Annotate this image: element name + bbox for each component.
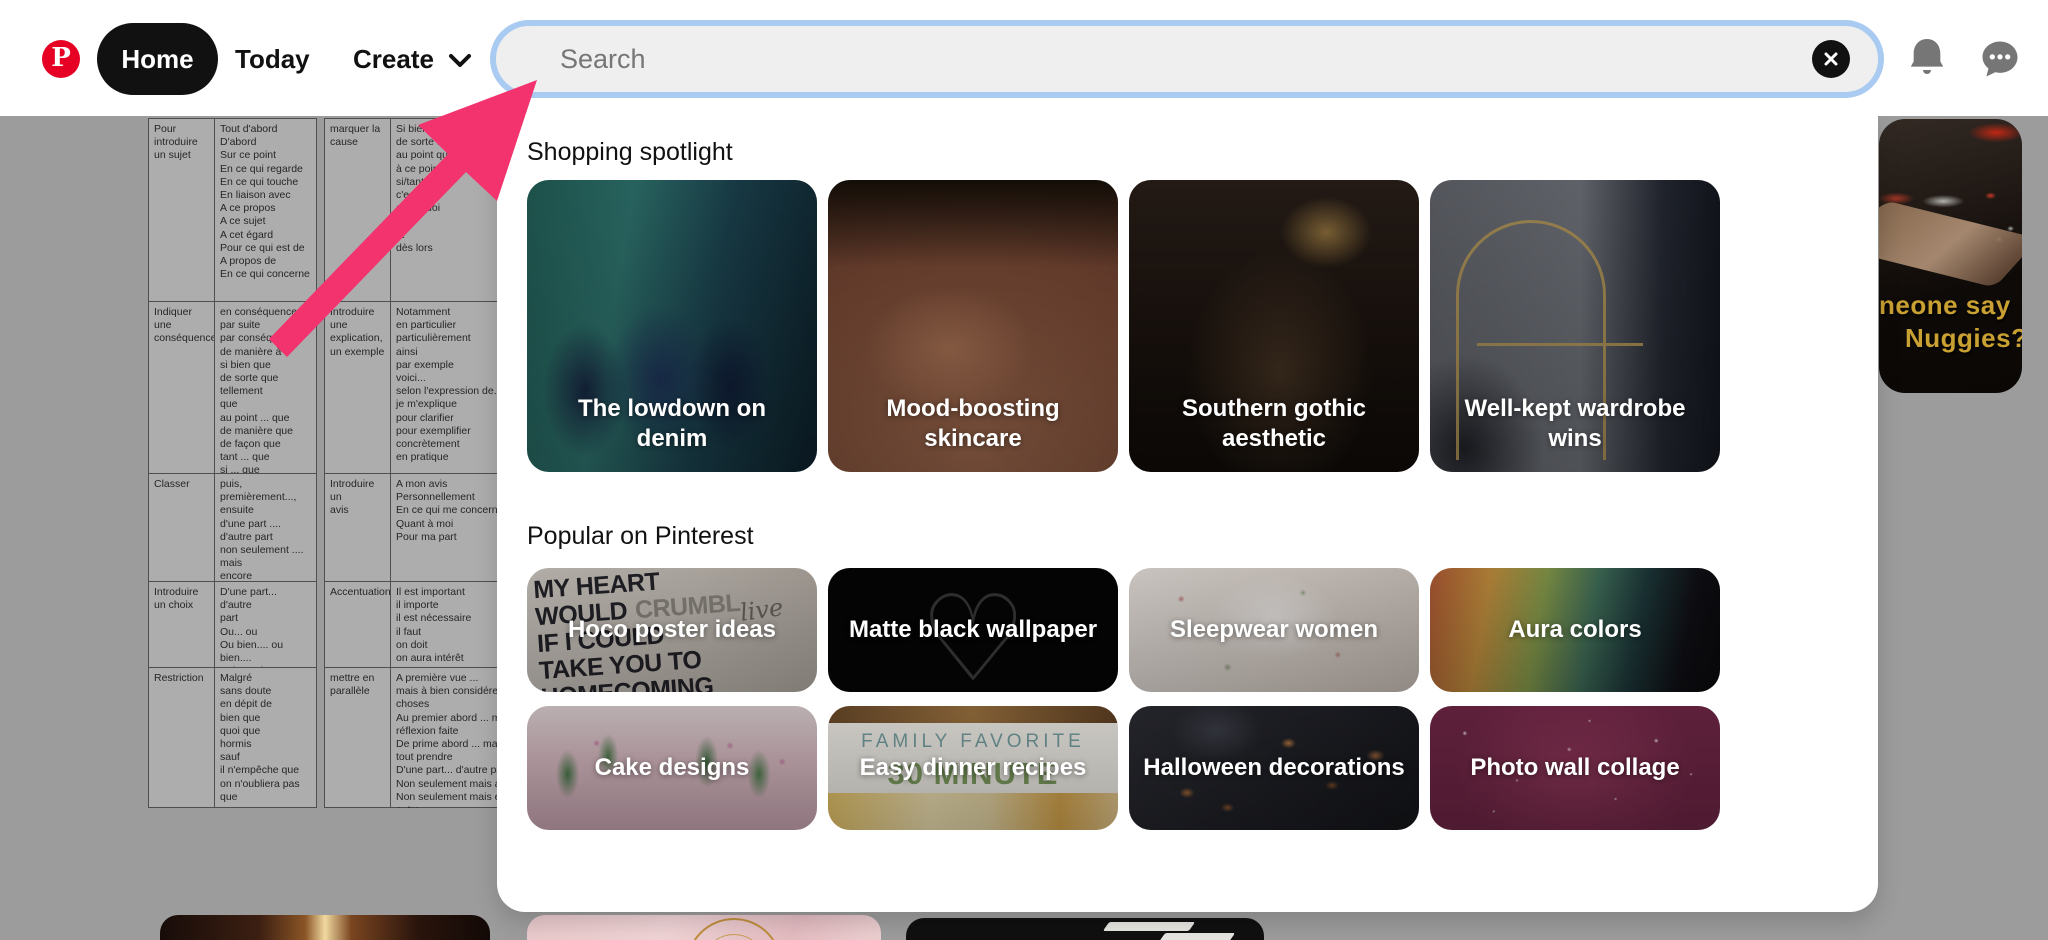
popular-card-matte-black[interactable]: ♡ Matte black wallpaper bbox=[828, 568, 1118, 692]
bell-icon bbox=[1907, 37, 1947, 81]
table-cell: Pour introduire un sujet bbox=[149, 119, 215, 301]
popular-card-cake-designs[interactable]: Cake designs bbox=[527, 706, 817, 830]
card-label: Matte black wallpaper bbox=[828, 568, 1118, 692]
clear-search-button[interactable] bbox=[1812, 40, 1850, 78]
spotlight-card-southern-gothic[interactable]: Southern gothic aesthetic bbox=[1129, 180, 1419, 472]
table-cell: Classer bbox=[149, 474, 215, 581]
spotlight-card-skincare[interactable]: Mood-boosting skincare bbox=[828, 180, 1118, 472]
card-label: Easy dinner recipes bbox=[828, 706, 1118, 830]
table-cell: A mon avis Personnellement En ce qui me … bbox=[391, 474, 497, 581]
table-cell: Malgré sans doute en dépit de bien que q… bbox=[215, 668, 316, 808]
table-cell: Introduire un choix bbox=[149, 582, 215, 667]
popular-card-sleepwear[interactable]: Sleepwear women bbox=[1129, 568, 1419, 692]
shopping-spotlight-title: Shopping spotlight bbox=[527, 138, 733, 167]
table-right-half: marquer la cause Si bien que de sorte qu… bbox=[324, 118, 497, 808]
pin-art bbox=[1159, 933, 1235, 940]
notifications-button[interactable] bbox=[1904, 36, 1950, 82]
spotlight-card-denim[interactable]: The lowdown on denim bbox=[527, 180, 817, 472]
table-cell: Accentuation bbox=[325, 582, 391, 667]
table-cell: D'une part... d'autre part Ou... ou Ou b… bbox=[215, 582, 316, 667]
card-label: Hoco poster ideas bbox=[527, 568, 817, 692]
pinterest-logo[interactable]: P bbox=[42, 40, 80, 78]
card-label: Photo wall collage bbox=[1430, 706, 1720, 830]
nuggies-meme-pin: neone say Nuggies? bbox=[1879, 119, 2022, 393]
card-label: Aura colors bbox=[1430, 568, 1720, 692]
chat-icon bbox=[1979, 38, 2021, 80]
popular-cards: MY HEART WOULDCRUMBL IF I COULD TAKE YOU… bbox=[527, 568, 1720, 830]
search-input[interactable] bbox=[496, 44, 1878, 75]
card-label: Mood-boosting skincare bbox=[828, 180, 1118, 472]
popular-card-aura-colors[interactable]: Aura colors bbox=[1430, 568, 1720, 692]
card-label: The lowdown on denim bbox=[527, 180, 817, 472]
table-cell: Tout d'abord D'abord Sur ce point En ce … bbox=[215, 119, 316, 301]
nuggies-text-line1: neone say bbox=[1879, 290, 2011, 320]
top-navigation-bar: P Home Today Create bbox=[0, 0, 2048, 116]
table-cell: Notamment en particulier particulièremen… bbox=[391, 302, 497, 473]
search-suggestions-panel: Shopping spotlight The lowdown on denim … bbox=[497, 116, 1878, 912]
popular-card-easy-dinner[interactable]: FAMILY FAVORITE 30 MINUTE MEALS Easy din… bbox=[828, 706, 1118, 830]
table-cell: en conséquence par suite par conséquent … bbox=[215, 302, 316, 473]
bottom-center-pin bbox=[527, 915, 881, 940]
pin-art bbox=[1103, 922, 1195, 931]
table-cell: Introduire un avis bbox=[325, 474, 391, 581]
gold-mandala-art bbox=[686, 918, 782, 940]
card-label: Halloween decorations bbox=[1129, 706, 1419, 830]
table-cell: Restriction bbox=[149, 668, 215, 808]
table-cell: Indiquer une conséquence bbox=[149, 302, 215, 473]
nav-home-button[interactable]: Home bbox=[97, 23, 218, 95]
table-cell: marquer la cause bbox=[325, 119, 391, 301]
nuggies-text-line2: Nuggies? bbox=[1879, 322, 2016, 355]
table-cell: Introduire une explication, un exemple bbox=[325, 302, 391, 473]
pinterest-search-page: Pour introduire un sujet Tout d'abord D'… bbox=[0, 0, 2048, 940]
table-cell: Si bien que de sorte que au point que à … bbox=[391, 119, 497, 301]
card-label: Sleepwear women bbox=[1129, 568, 1419, 692]
popular-card-hoco-poster[interactable]: MY HEART WOULDCRUMBL IF I COULD TAKE YOU… bbox=[527, 568, 817, 692]
table-left-half: Pour introduire un sujet Tout d'abord D'… bbox=[148, 118, 317, 808]
messages-button[interactable] bbox=[1977, 36, 2023, 82]
table-cell: puis, premièrement..., ensuite d'une par… bbox=[215, 474, 316, 581]
bottom-left-pin bbox=[160, 915, 490, 940]
shopping-spotlight-cards: The lowdown on denim Mood-boosting skinc… bbox=[527, 180, 1720, 472]
popular-card-halloween[interactable]: Halloween decorations bbox=[1129, 706, 1419, 830]
nav-create-button[interactable]: Create bbox=[353, 23, 472, 95]
nav-today-button[interactable]: Today bbox=[235, 23, 310, 95]
card-label: Southern gothic aesthetic bbox=[1129, 180, 1419, 472]
table-cell: Il est important il importe il est néces… bbox=[391, 582, 497, 667]
chevron-down-icon bbox=[448, 53, 472, 69]
close-icon bbox=[1823, 51, 1839, 67]
card-label: Cake designs bbox=[527, 706, 817, 830]
popular-on-pinterest-title: Popular on Pinterest bbox=[527, 522, 754, 551]
spotlight-card-wardrobe[interactable]: Well-kept wardrobe wins bbox=[1430, 180, 1720, 472]
table-cell: mettre en parallèle bbox=[325, 668, 391, 808]
card-label: Well-kept wardrobe wins bbox=[1430, 180, 1720, 472]
search-bar[interactable] bbox=[490, 20, 1884, 98]
nuggies-pin-art bbox=[1879, 200, 2022, 287]
table-cell: A première vue ... mais à bien considére… bbox=[391, 668, 497, 808]
popular-card-photo-wall[interactable]: Photo wall collage bbox=[1430, 706, 1720, 830]
french-grammar-table-pin: Pour introduire un sujet Tout d'abord D'… bbox=[148, 118, 497, 808]
bottom-right-pin bbox=[906, 918, 1264, 940]
